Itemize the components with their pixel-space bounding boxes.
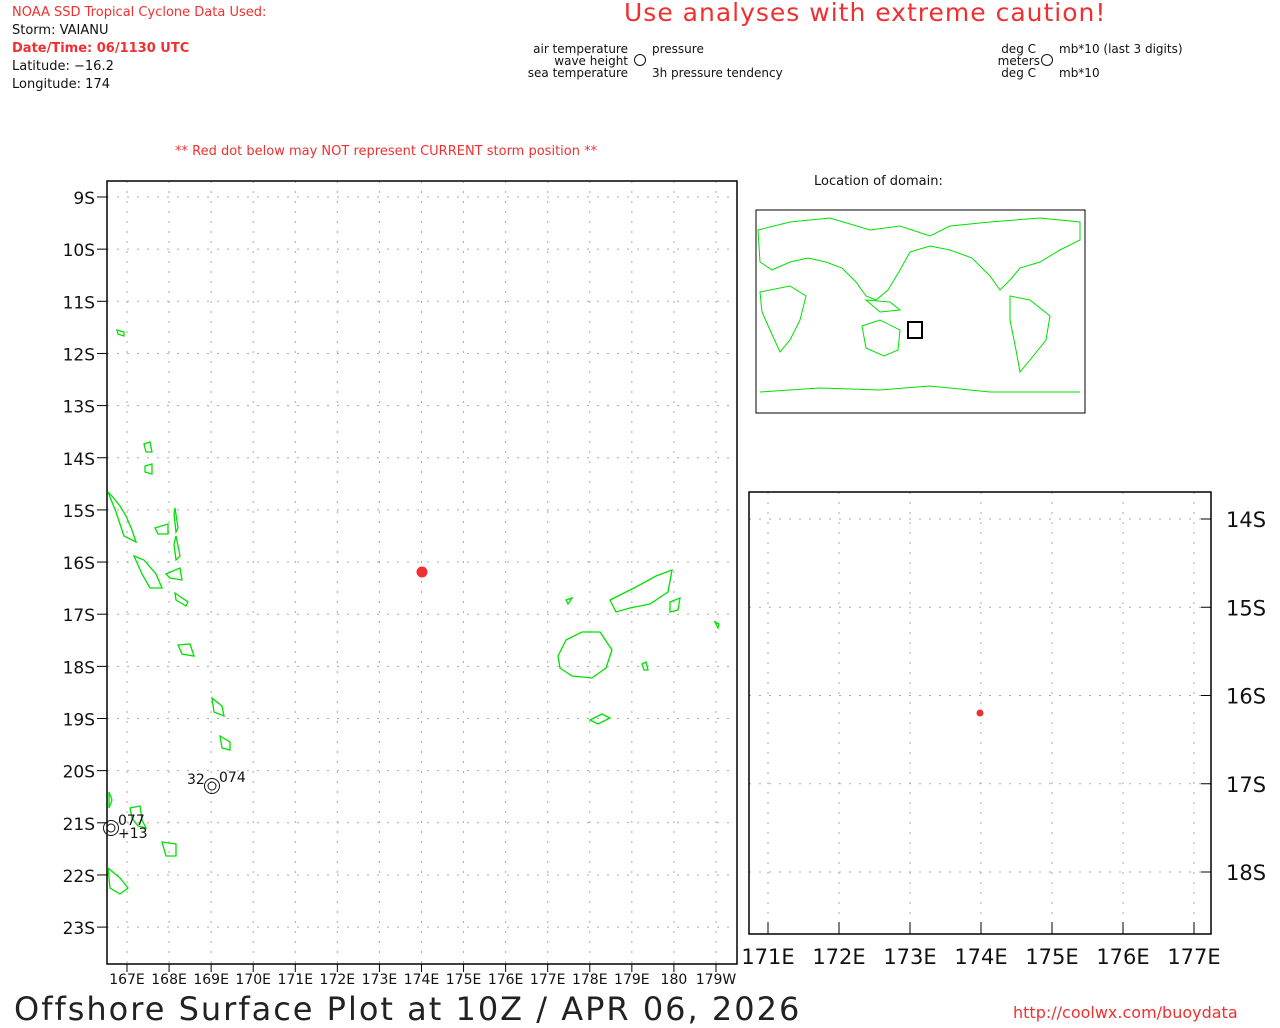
lon-label: 176E (1096, 945, 1149, 969)
lon-label: 171E (277, 972, 313, 988)
lon-label: 171E (741, 945, 794, 969)
coastlines (107, 329, 720, 895)
lon-label: 172E (812, 945, 865, 969)
station-tendency: +13 (118, 826, 148, 842)
lon-label: 177E (530, 972, 566, 988)
lon-label: 180 (661, 972, 688, 988)
plot-title: Offshore Surface Plot at 10Z / APR 06, 2… (14, 990, 802, 1028)
lat-label: 22S (63, 867, 95, 887)
lat-label: 21S (63, 815, 95, 835)
storm-position-marker (416, 566, 428, 578)
lon-label: 168E (151, 972, 187, 988)
lat-label: 14S (1226, 508, 1266, 532)
lat-label: 15S (1226, 596, 1266, 620)
lon-label: 167E (109, 972, 145, 988)
station-pressure: 074 (219, 770, 246, 786)
lon-label: 179W (696, 972, 737, 988)
lat-label: 12S (63, 345, 95, 365)
lon-label: 174E (404, 972, 440, 988)
lat-label: 11S (63, 293, 95, 313)
lon-label: 169E (193, 972, 229, 988)
lon-label: 172E (320, 972, 356, 988)
legend-station-circle-icon (1041, 54, 1053, 66)
lon-label: 179E (614, 972, 650, 988)
lat-label: 13S (63, 398, 95, 418)
lon-label: 174E (954, 945, 1007, 969)
source-url-link[interactable]: http://coolwx.com/buoydata (1013, 1003, 1238, 1022)
lat-label: 17S (63, 606, 95, 626)
zoom-storm-marker (976, 709, 984, 717)
lat-label: 17S (1226, 773, 1266, 797)
lon-label: 170E (235, 972, 271, 988)
lat-label: 18S (63, 658, 95, 678)
lat-label: 16S (63, 554, 95, 574)
station-air-temp: 32 (187, 772, 205, 788)
lat-label: 9S (73, 189, 95, 209)
world-locator-map (755, 209, 1086, 414)
lat-label: 16S (1226, 685, 1266, 709)
lon-label: 176E (488, 972, 524, 988)
lat-label: 14S (63, 450, 95, 470)
legend-station-circle-icon (634, 54, 646, 66)
lon-label: 173E (883, 945, 936, 969)
lon-label: 173E (362, 972, 398, 988)
lon-label: 175E (1025, 945, 1078, 969)
lon-label: 177E (1167, 945, 1220, 969)
buoy-station-marker[interactable] (103, 820, 119, 836)
lat-label: 23S (63, 919, 95, 939)
lat-label: 19S (63, 711, 95, 731)
buoy-station-marker[interactable] (204, 778, 220, 794)
map-canvas: 9S 10S 11S 12S 13S 14S 15S 16S 17S 18S 19S 20S 21S 22… (63, 54, 1266, 988)
lat-label: 20S (63, 763, 95, 783)
buoy-station-marker-inner (106, 823, 116, 833)
lat-label: 10S (63, 241, 95, 261)
buoy-station-marker-inner (207, 781, 217, 791)
lon-label: 178E (572, 972, 608, 988)
lat-label: 18S (1226, 861, 1266, 885)
lon-label: 175E (446, 972, 482, 988)
lat-label: 15S (63, 502, 95, 522)
